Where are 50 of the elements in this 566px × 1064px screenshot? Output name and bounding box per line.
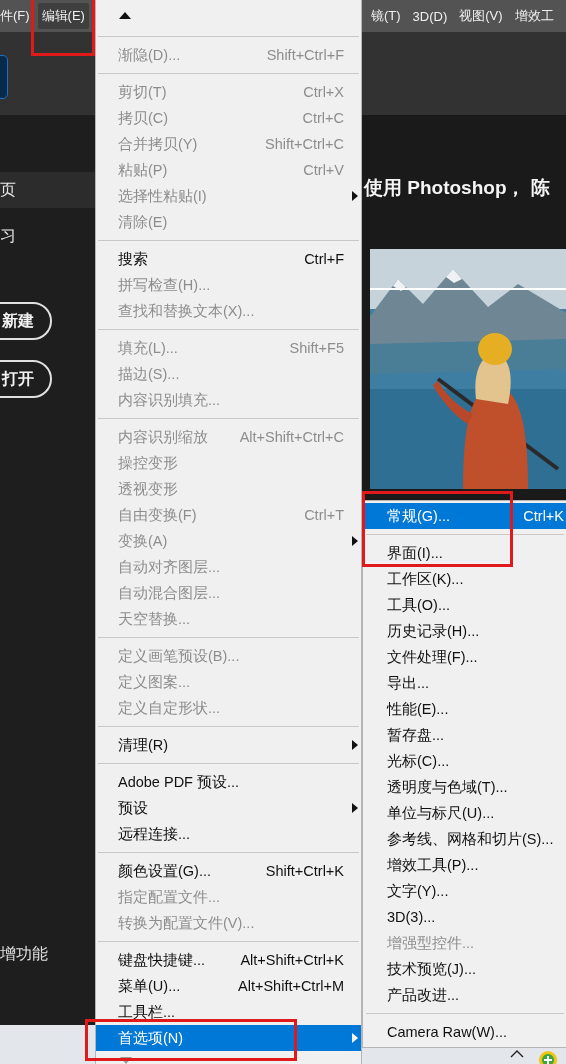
sidebar-link[interactable]: 增功能 — [0, 944, 95, 965]
menu-item[interactable]: 键盘快捷键... Alt+Shift+Ctrl+K — [96, 947, 361, 973]
menu-item[interactable]: 常规(G)... Ctrl+K — [364, 503, 566, 529]
menu-bar-item[interactable]: 3D(D) — [408, 4, 452, 28]
menu-item[interactable]: 产品改进... — [364, 982, 566, 1008]
welcome-heading: 使用 Photoshop， 陈 — [364, 176, 551, 200]
menu-bar-item[interactable]: 件(F) — [0, 3, 34, 29]
menu-item[interactable]: 光标(C)... — [364, 748, 566, 774]
menu-item[interactable]: 单位与标尺(U)... — [364, 800, 566, 826]
scroll-up-icon[interactable] — [119, 12, 131, 19]
menu-item[interactable]: 技术预览(J)... — [364, 956, 566, 982]
sidebar-item[interactable]: 习 — [0, 218, 95, 254]
menu-item[interactable]: 工具栏... — [96, 999, 361, 1025]
menu-bar-item[interactable]: 编辑(E) — [37, 3, 89, 29]
menu-item[interactable]: Camera Raw(W)... — [364, 1019, 566, 1045]
submenu-arrow-icon — [352, 740, 358, 750]
menu-item[interactable]: 文字(Y)... — [364, 878, 566, 904]
menu-item[interactable]: 历史记录(H)... — [364, 618, 566, 644]
annotation-frame — [31, 0, 95, 56]
sidebar-button[interactable]: 打开 — [0, 360, 52, 398]
menu-bar-item[interactable]: 视图(V) — [455, 3, 507, 29]
sidebar-item[interactable]: 页 — [0, 172, 95, 208]
sidebar-button[interactable]: 新建 — [0, 302, 52, 340]
menu-item[interactable]: 3D(3)... — [364, 904, 566, 930]
menu-item[interactable]: 导出... — [364, 670, 566, 696]
menu-item[interactable]: 参考线、网格和切片(S)... — [364, 826, 566, 852]
menu-item[interactable]: 菜单(U)... Alt+Shift+Ctrl+M — [96, 973, 361, 999]
menu-item[interactable]: 预设 — [96, 795, 361, 821]
chevron-up-icon[interactable] — [510, 1050, 524, 1058]
menu-bar-item[interactable]: 增效工 — [510, 3, 558, 29]
submenu-arrow-icon — [352, 1033, 358, 1043]
menu-item[interactable]: 颜色设置(G)... Shift+Ctrl+K — [96, 858, 361, 884]
menu-item[interactable]: 性能(E)... — [364, 696, 566, 722]
menu-item[interactable]: 工作区(K)... — [364, 566, 566, 592]
menu-item[interactable]: 搜索 Ctrl+F — [96, 246, 361, 272]
menu-item[interactable]: 透明度与色域(T)... — [364, 774, 566, 800]
menu-item[interactable]: 界面(I)... — [364, 540, 566, 566]
menu-item[interactable]: 远程连接... — [96, 821, 361, 847]
submenu-arrow-icon — [352, 803, 358, 813]
menu-item[interactable]: 暂存盘... — [364, 722, 566, 748]
menu-item[interactable]: 清理(R) — [96, 732, 361, 758]
plus-badge-icon[interactable] — [538, 1050, 558, 1064]
menu-item[interactable]: Adobe PDF 预设... — [96, 769, 361, 795]
menu-item[interactable]: 首选项(N) — [96, 1025, 361, 1051]
submenu-arrow-icon — [352, 191, 358, 201]
menu-item[interactable]: 文件处理(F)... — [364, 644, 566, 670]
submenu-arrow-icon — [352, 536, 358, 546]
menu-bar-item[interactable]: 镜(T) — [367, 3, 405, 29]
menu-item[interactable]: 工具(O)... — [364, 592, 566, 618]
menu-item[interactable]: 增效工具(P)... — [364, 852, 566, 878]
